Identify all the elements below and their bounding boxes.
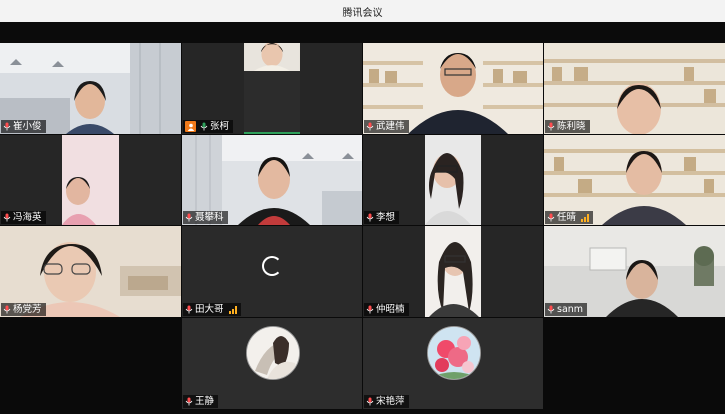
signal-icon	[228, 305, 237, 314]
video-tile[interactable]: 武建伟	[363, 43, 543, 134]
video-tile[interactable]: 杨党芳	[0, 226, 181, 317]
participant-name: 田大哥	[195, 304, 224, 315]
participant-name: 崔小俊	[13, 121, 42, 132]
participant-nametag: 冯海英	[1, 211, 46, 224]
participant-name: 杨党芳	[13, 304, 42, 315]
microphone-icon	[200, 122, 208, 131]
window-title: 腾讯会议	[342, 8, 383, 19]
microphone-icon	[547, 122, 555, 131]
avatar	[427, 326, 481, 380]
microphone-icon	[366, 213, 374, 222]
participant-name: 陈利晓	[557, 121, 586, 132]
participant-name: 冯海英	[13, 212, 42, 223]
video-feed	[425, 135, 481, 225]
participant-nametag: sanm	[545, 303, 588, 316]
toolbar-area	[0, 22, 725, 43]
pillarbox	[300, 43, 362, 134]
video-tile[interactable]: 聂攀科	[182, 135, 362, 225]
avatar-tile[interactable]: 宋艳萍	[363, 318, 543, 409]
participant-nametag: 杨党芳	[1, 303, 46, 316]
pillarbox	[481, 135, 543, 225]
host-icon	[185, 121, 196, 132]
participant-nametag: 崔小俊	[1, 120, 46, 133]
video-tile[interactable]: 任晴	[544, 135, 725, 225]
microphone-icon	[3, 122, 11, 131]
participant-nametag: 聂攀科	[183, 211, 228, 224]
microphone-icon	[366, 305, 374, 314]
microphone-icon	[185, 397, 193, 406]
microphone-icon	[3, 305, 11, 314]
video-tile[interactable]: 冯海英	[0, 135, 181, 225]
microphone-icon	[547, 305, 555, 314]
participant-name: 李想	[376, 212, 396, 223]
participant-nametag: 武建伟	[364, 120, 409, 133]
video-tile[interactable]: 陈利晓	[544, 43, 725, 134]
microphone-icon	[366, 122, 374, 131]
participant-name: 宋艳萍	[376, 396, 405, 407]
video-tile-loading[interactable]: 田大哥	[182, 226, 362, 317]
video-tile[interactable]: sanm	[544, 226, 725, 317]
video-feed	[425, 226, 481, 317]
participant-nametag: 宋艳萍	[364, 395, 409, 408]
video-tile[interactable]: 李想	[363, 135, 543, 225]
pillarbox	[119, 135, 181, 225]
participant-name: 张柯	[210, 121, 230, 132]
participant-name: 武建伟	[376, 121, 405, 132]
video-tile[interactable]: 崔小俊	[0, 43, 181, 134]
participant-nametag: 李想	[364, 211, 400, 224]
participant-nametag: 张柯	[183, 120, 234, 133]
microphone-icon	[185, 305, 193, 314]
participant-nametag: 陈利晓	[545, 120, 590, 133]
avatar	[246, 326, 300, 380]
microphone-icon	[3, 213, 11, 222]
window-titlebar: 腾讯会议	[0, 0, 725, 23]
video-feed	[62, 135, 119, 225]
microphone-icon	[547, 213, 555, 222]
participant-nametag: 仲昭楠	[364, 303, 409, 316]
participant-name: 仲昭楠	[376, 304, 405, 315]
video-tile[interactable]: 仲昭楠	[363, 226, 543, 317]
avatar-tile[interactable]: 王静	[182, 318, 362, 409]
participant-name: 聂攀科	[195, 212, 224, 223]
video-tile-active-speaker[interactable]: 张柯	[182, 43, 362, 134]
microphone-icon	[366, 397, 374, 406]
participant-name: 任晴	[557, 212, 577, 223]
participant-nametag: 田大哥	[183, 303, 241, 316]
participant-name: 王静	[195, 396, 215, 407]
loading-spinner-icon	[262, 255, 282, 276]
signal-icon	[581, 213, 590, 222]
participant-nametag: 王静	[183, 395, 219, 408]
video-feed	[244, 43, 300, 72]
participant-nametag: 任晴	[545, 211, 594, 224]
participant-name: sanm	[557, 304, 584, 315]
pillarbox	[481, 226, 543, 317]
video-grid: 崔小俊 张柯 武建伟 陈利晓 冯海英 聂攀科 李想 任晴 杨党芳 田大哥 仲昭楠…	[0, 43, 725, 414]
microphone-icon	[185, 213, 193, 222]
